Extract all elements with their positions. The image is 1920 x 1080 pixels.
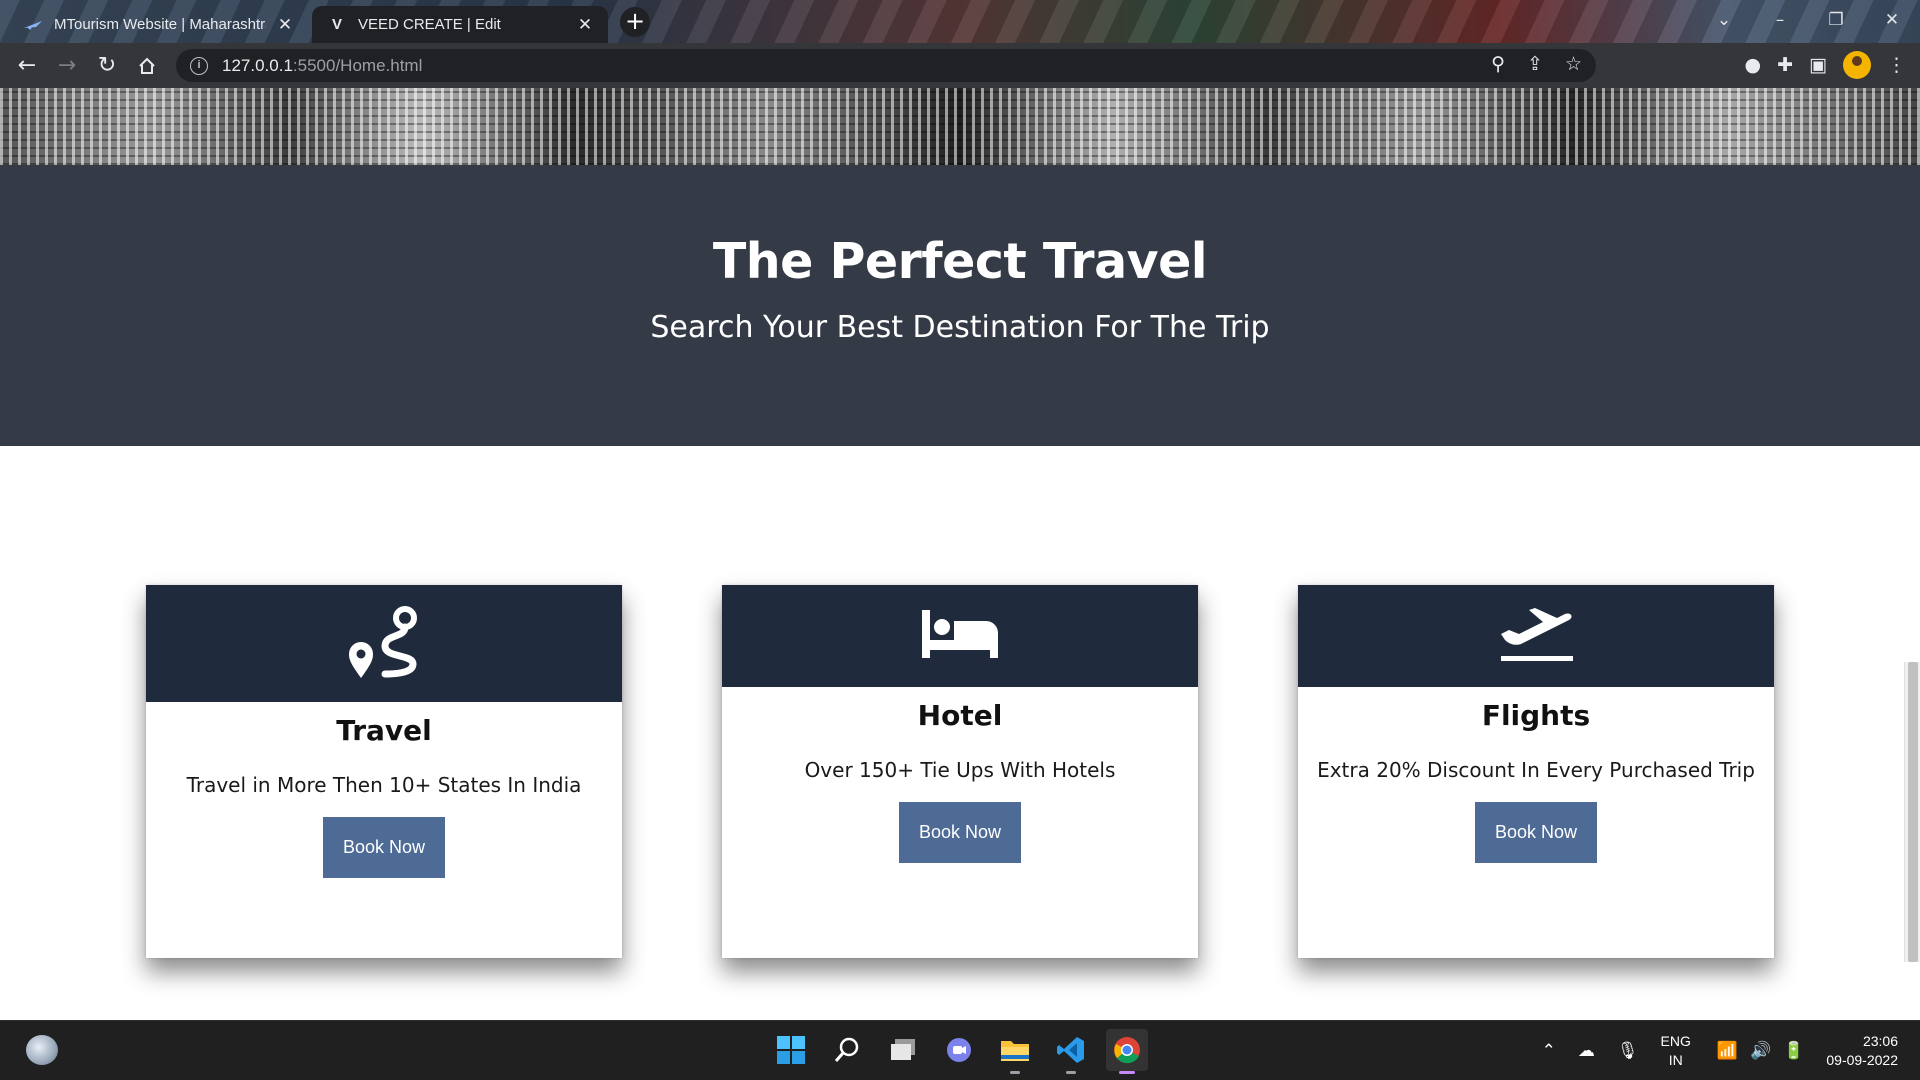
weather-widget-icon[interactable] bbox=[26, 1035, 58, 1065]
tab-veed[interactable]: V VEED CREATE | Edit ✕ bbox=[312, 6, 608, 43]
windows-taskbar: ⌃ ☁ 🎙 ENG IN 📶 🔊 🔋 23:06 09-09-2022 bbox=[0, 1020, 1920, 1080]
window-controls: ⌄ – ❐ ✕ bbox=[1696, 0, 1920, 40]
card-description: Travel in More Then 10+ States In India bbox=[186, 773, 582, 797]
side-panel-icon[interactable]: ▣ bbox=[1809, 54, 1827, 76]
book-now-button[interactable]: Book Now bbox=[899, 802, 1021, 863]
language-indicator[interactable]: ENG IN bbox=[1661, 1032, 1691, 1070]
hero-banner: The Perfect Travel Search Your Best Dest… bbox=[0, 165, 1920, 446]
site-info-icon[interactable]: i bbox=[190, 56, 208, 75]
teams-chat-icon[interactable] bbox=[938, 1029, 980, 1071]
card-description: Extra 20% Discount In Every Purchased Tr… bbox=[1317, 758, 1755, 782]
profile-avatar[interactable] bbox=[1843, 51, 1871, 79]
card-title: Travel bbox=[336, 714, 432, 747]
book-now-button[interactable]: Book Now bbox=[323, 817, 445, 878]
veed-favicon-icon: V bbox=[331, 16, 342, 33]
zoom-icon[interactable]: ⚲ bbox=[1491, 53, 1505, 76]
back-arrow-icon[interactable]: ← bbox=[12, 51, 42, 81]
bed-icon bbox=[922, 610, 998, 662]
address-bar[interactable]: i 127.0.0.1:5500/Home.html ⚲ ⇪ ☆ bbox=[176, 49, 1596, 82]
card-header bbox=[146, 585, 622, 702]
microphone-icon[interactable]: 🎙 bbox=[1617, 1041, 1639, 1061]
close-window-icon[interactable]: ✕ bbox=[1864, 0, 1920, 40]
plane-departure-icon bbox=[1499, 606, 1573, 666]
browser-tab-strip: MTourism Website | Maharashtra ✕ V VEED … bbox=[0, 0, 1920, 43]
vscode-icon[interactable] bbox=[1050, 1029, 1092, 1074]
hero-title: The Perfect Travel bbox=[712, 233, 1208, 290]
book-now-button[interactable]: Book Now bbox=[1475, 802, 1597, 863]
card-title: Flights bbox=[1481, 699, 1591, 732]
home-icon[interactable] bbox=[132, 51, 162, 81]
omnibox-actions: ⚲ ⇪ ☆ bbox=[1491, 53, 1582, 76]
page-scrollbar[interactable] bbox=[1904, 662, 1920, 962]
search-icon[interactable] bbox=[826, 1029, 868, 1071]
extensions-area: ● ✚ ▣ ⋮ bbox=[1745, 51, 1906, 79]
task-view-icon[interactable] bbox=[882, 1029, 924, 1071]
new-tab-button[interactable]: + bbox=[620, 7, 650, 37]
reload-icon[interactable]: ↻ bbox=[92, 51, 122, 81]
language-line1: ENG bbox=[1660, 1033, 1691, 1049]
restore-icon[interactable]: ❐ bbox=[1808, 0, 1864, 40]
clock[interactable]: 23:06 09-09-2022 bbox=[1826, 1032, 1898, 1070]
bookmark-star-icon[interactable]: ☆ bbox=[1565, 53, 1582, 76]
close-tab-icon[interactable]: ✕ bbox=[576, 15, 594, 35]
url-host: 127.0.0.1 bbox=[222, 55, 293, 75]
puzzle-extensions-icon[interactable]: ✚ bbox=[1777, 54, 1793, 76]
file-explorer-icon[interactable] bbox=[994, 1029, 1036, 1074]
plane-favicon-icon bbox=[22, 17, 44, 33]
chevron-up-icon[interactable]: ⌃ bbox=[1542, 1041, 1556, 1061]
card-description: Over 150+ Tie Ups With Hotels bbox=[804, 758, 1116, 782]
clock-date: 09-09-2022 bbox=[1826, 1052, 1898, 1068]
start-icon[interactable] bbox=[770, 1029, 812, 1071]
volume-icon[interactable]: 🔊 bbox=[1750, 1041, 1771, 1061]
extension-icon[interactable]: ● bbox=[1745, 54, 1762, 76]
system-tray: ⌃ ☁ 🎙 ENG IN 📶 🔊 🔋 23:06 09-09-2022 bbox=[1542, 1021, 1920, 1080]
card-header bbox=[722, 585, 1198, 687]
wifi-icon[interactable]: 📶 bbox=[1717, 1041, 1738, 1061]
service-card-flights: Flights Extra 20% Discount In Every Purc… bbox=[1298, 585, 1774, 958]
service-card-hotel: Hotel Over 150+ Tie Ups With Hotels Book… bbox=[722, 585, 1198, 958]
card-title: Hotel bbox=[917, 699, 1003, 732]
tab-mtourism[interactable]: MTourism Website | Maharashtra ✕ bbox=[8, 6, 308, 43]
route-icon bbox=[345, 604, 423, 684]
clock-time: 23:06 bbox=[1862, 1033, 1898, 1049]
battery-icon[interactable]: 🔋 bbox=[1783, 1041, 1804, 1061]
service-card-travel: Travel Travel in More Then 10+ States In… bbox=[146, 585, 622, 958]
browser-toolbar: ← → ↻ i 127.0.0.1:5500/Home.html ⚲ ⇪ ☆ ●… bbox=[0, 43, 1920, 88]
kebab-menu-icon[interactable]: ⋮ bbox=[1887, 54, 1906, 76]
url-path: :5500/Home.html bbox=[292, 55, 423, 75]
chevron-down-icon[interactable]: ⌄ bbox=[1696, 0, 1752, 40]
forward-arrow-icon[interactable]: → bbox=[52, 51, 82, 81]
close-tab-icon[interactable]: ✕ bbox=[276, 15, 294, 35]
share-icon[interactable]: ⇪ bbox=[1527, 53, 1543, 76]
cloud-error-icon[interactable]: ☁ bbox=[1578, 1041, 1595, 1061]
page-viewport: The Perfect Travel Search Your Best Dest… bbox=[0, 88, 1920, 1020]
chrome-icon[interactable] bbox=[1106, 1029, 1148, 1074]
city-skyline-image bbox=[0, 88, 1920, 165]
taskbar-apps bbox=[770, 1029, 1148, 1074]
tab-title: VEED CREATE | Edit bbox=[358, 16, 501, 33]
tab-title: MTourism Website | Maharashtra bbox=[54, 16, 266, 33]
hero-subtitle: Search Your Best Destination For The Tri… bbox=[650, 310, 1270, 345]
card-header bbox=[1298, 585, 1774, 687]
language-line2: IN bbox=[1668, 1052, 1683, 1068]
minimize-icon[interactable]: – bbox=[1752, 0, 1808, 40]
